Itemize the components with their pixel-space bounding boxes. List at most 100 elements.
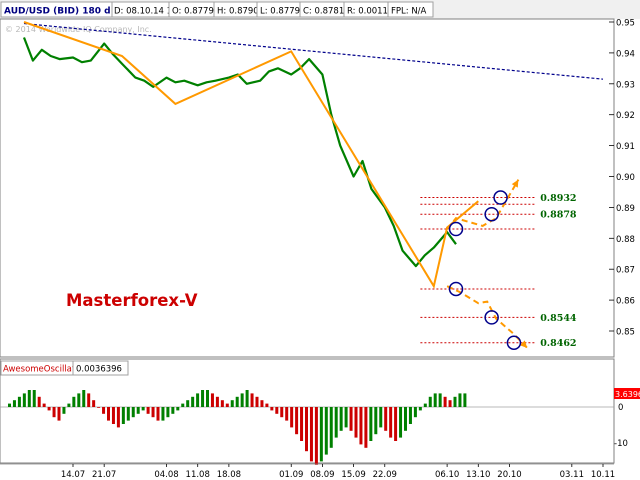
- oscillator-bar: [191, 396, 195, 407]
- oscillator-bar: [136, 407, 140, 414]
- range-label: R: 0.0011: [347, 7, 388, 17]
- oscillator-bar: [72, 396, 76, 407]
- oscillator-bar: [146, 407, 150, 414]
- oscillator-bar: [275, 407, 279, 414]
- price-y-tick-label: 0.89: [616, 204, 635, 214]
- oscillator-bar: [260, 400, 264, 407]
- oscillator-bar: [206, 390, 209, 407]
- oscillator-bar: [265, 403, 269, 407]
- oscillator-bar: [408, 407, 412, 424]
- oscillator-bar: [102, 407, 106, 414]
- oscillator-bar: [324, 407, 328, 455]
- oscillator-bar: [22, 393, 26, 407]
- copyright-text: © 2014 Worldwide-IQ Company, Inc.: [5, 25, 152, 34]
- price-level-label: 0.8544: [540, 313, 577, 324]
- oscillator-bar: [107, 407, 110, 421]
- oscillator-bar: [220, 400, 224, 407]
- oscillator-value: 0.0036396: [76, 365, 122, 375]
- oscillator-bar: [171, 407, 175, 414]
- x-tick-label: 20.10: [497, 470, 521, 480]
- oscillator-bar: [92, 400, 96, 407]
- price-y-tick-label: 0.88: [616, 235, 635, 245]
- x-tick-label: 15.09: [341, 470, 365, 480]
- oscillator-bar: [161, 407, 165, 421]
- oscillator-bar: [176, 407, 180, 411]
- oscillator-bar: [67, 403, 71, 407]
- price-y-tick-label: 0.90: [616, 173, 635, 183]
- oscillator-bar: [42, 403, 46, 407]
- chart-canvas: AUD/USD (BID) 180 d 4h D: 08.10.14 16:00…: [0, 0, 640, 480]
- oscillator-bar: [354, 407, 358, 438]
- oscillator-bar: [463, 393, 467, 407]
- oscillator-bar: [8, 403, 11, 407]
- oscillator-bar: [305, 407, 308, 452]
- oscillator-bar: [27, 390, 31, 407]
- oscillator-bar: [329, 407, 333, 448]
- oscillator-bar: [295, 407, 299, 435]
- oscillator-bar: [359, 407, 363, 445]
- price-y-tick-label: 0.85: [616, 328, 635, 338]
- oscillator-bar: [319, 407, 323, 462]
- oscillator-bar: [47, 407, 51, 411]
- x-tick-label: 06.10: [435, 470, 459, 480]
- oscillator-bar: [270, 407, 274, 411]
- x-tick-label: 01.09: [279, 470, 303, 480]
- oscillator-bar: [116, 407, 120, 428]
- oscillator-bar: [235, 396, 239, 407]
- x-tick-label: 08.09: [310, 470, 334, 480]
- oscillator-bar: [255, 396, 259, 407]
- oscillator-bar: [418, 407, 422, 411]
- oscillator-bar: [453, 396, 457, 407]
- oscillator-bar: [438, 393, 442, 407]
- price-level-label: 0.8462: [540, 338, 576, 349]
- price-y-tick-label: 0.86: [616, 297, 635, 307]
- oscillator-bar: [62, 407, 66, 414]
- oscillator-bar: [369, 407, 373, 441]
- time-x-axis: 14.07 21.07 04.08 11.08 18.08 01.09 08.09 15.09…: [0, 463, 615, 480]
- open-label: O: 0.8779: [172, 7, 214, 17]
- oscillator-tick-minus10: -10: [614, 439, 628, 449]
- oscillator-bar: [399, 407, 403, 438]
- price-y-tick-label: 0.93: [616, 80, 635, 90]
- oscillator-bar: [121, 407, 125, 424]
- oscillator-bar: [111, 407, 115, 424]
- oscillator-bar: [225, 403, 229, 407]
- oscillator-bar: [428, 396, 432, 407]
- x-tick-label: 04.08: [154, 470, 178, 480]
- oscillator-bar: [290, 407, 294, 428]
- high-label: H: 0.8790: [217, 7, 259, 17]
- oscillator-bar: [374, 407, 378, 435]
- oscillator-bar: [37, 396, 41, 407]
- oscillator-bar: [57, 407, 61, 421]
- oscillator-bar: [196, 393, 200, 407]
- oscillator-bar: [52, 407, 56, 418]
- price-y-tick-label: 0.92: [616, 111, 635, 121]
- oscillator-bar: [230, 400, 234, 407]
- oscillator-bar: [448, 400, 452, 407]
- low-label: L: 0.8779: [260, 7, 300, 17]
- oscillator-bar: [384, 407, 388, 431]
- price-level-label: 0.8932: [540, 193, 576, 204]
- oscillator-bar: [334, 407, 338, 438]
- x-tick-label: 03.11: [560, 470, 584, 480]
- oscillator-bar: [131, 407, 135, 418]
- oscillator-bar: [126, 407, 130, 421]
- oscillator-bar: [181, 403, 185, 407]
- price-y-tick-label: 0.95: [616, 19, 635, 29]
- oscillator-bar: [389, 407, 393, 438]
- oscillator-bar: [300, 407, 304, 441]
- x-tick-label: 18.08: [217, 470, 241, 480]
- oscillator-bar: [458, 393, 462, 407]
- oscillator-bar: [423, 403, 427, 407]
- x-tick-label: 14.07: [61, 470, 85, 480]
- oscillator-bar: [379, 407, 383, 428]
- fpl-label: FPL: N/A: [391, 7, 427, 17]
- oscillator-bar: [413, 407, 417, 418]
- oscillator-bar: [250, 393, 254, 407]
- x-tick-label: 10.11: [591, 470, 615, 480]
- oscillator-bar: [32, 390, 36, 407]
- oscillator-bar: [443, 396, 447, 407]
- oscillator-bar: [97, 407, 101, 408]
- oscillator-name: AwesomeOscillator: [3, 365, 84, 375]
- oscillator-bar: [215, 396, 219, 407]
